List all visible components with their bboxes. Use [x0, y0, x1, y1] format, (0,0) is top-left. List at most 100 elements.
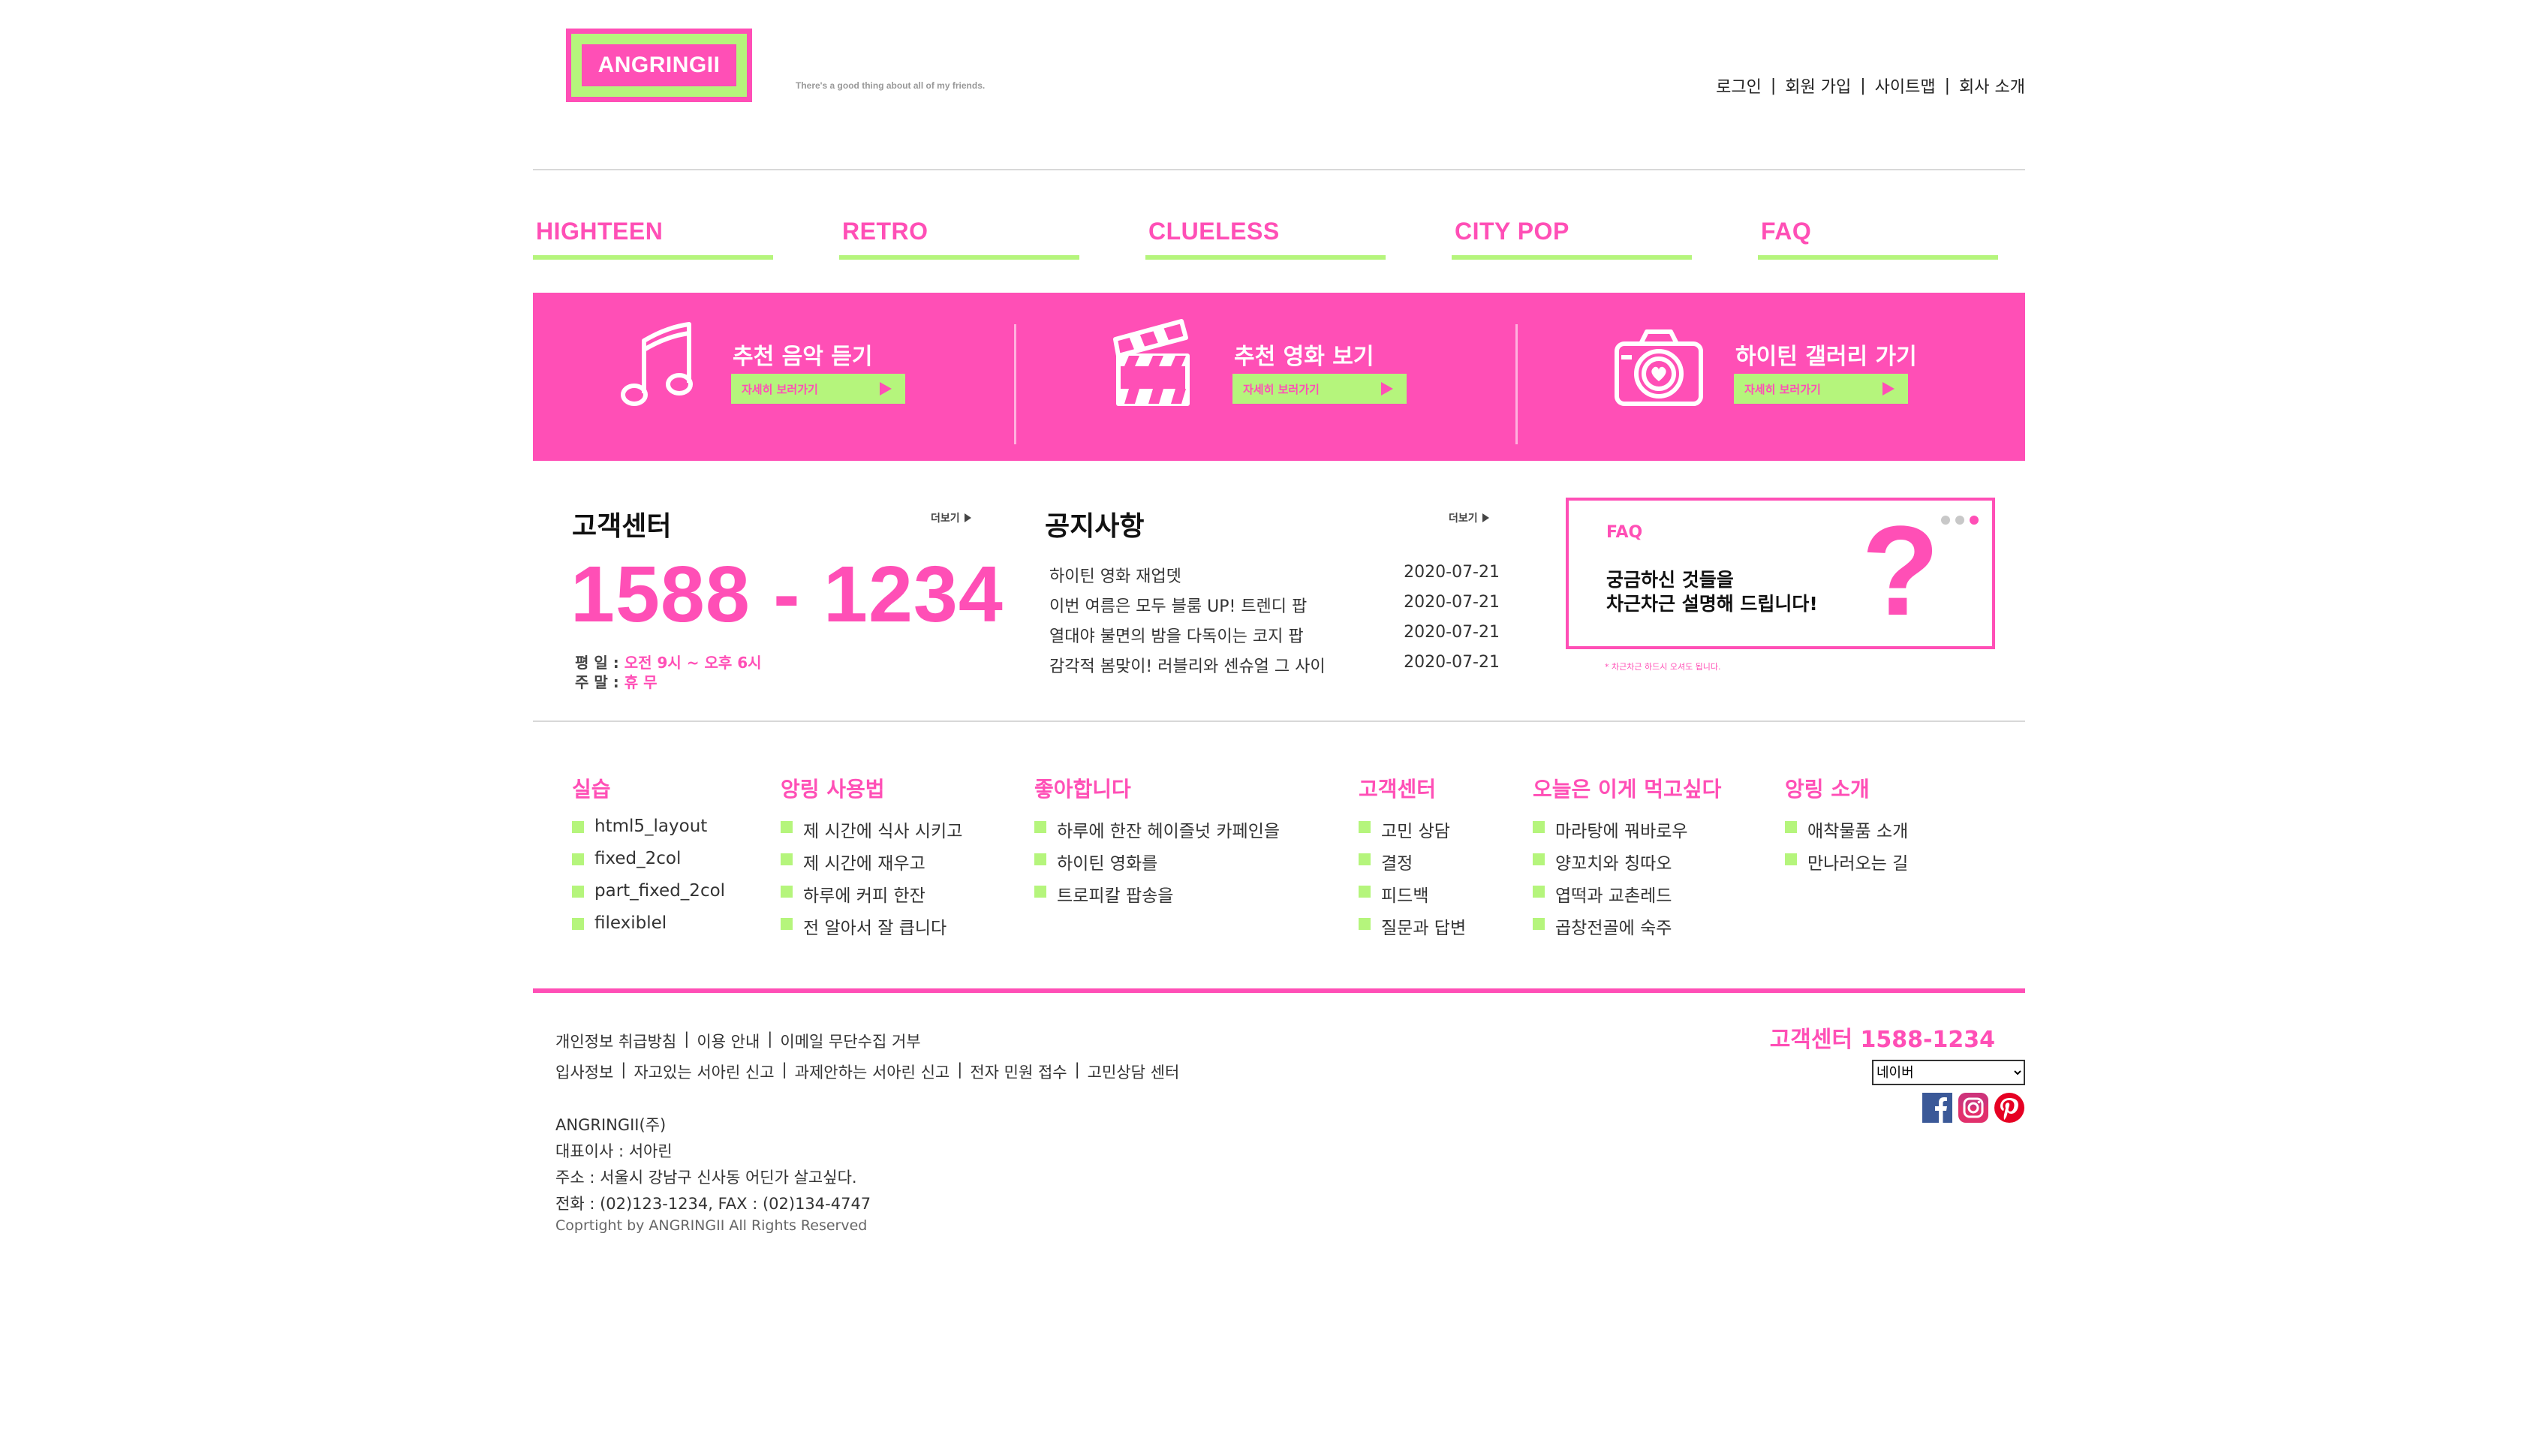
- weekday-label: 평 일 :: [575, 654, 619, 672]
- sitemap-link[interactable]: 하이틴 영화를: [1034, 849, 1280, 881]
- sitemap-heading[interactable]: 오늘은 이게 먹고싶다: [1533, 773, 1721, 803]
- nav-city-pop[interactable]: CITY POP: [1452, 218, 1692, 260]
- faq-note: * 차근차근 하드시 오셔도 됩니다.: [1605, 662, 1721, 672]
- login-link[interactable]: 로그인: [1716, 74, 1762, 98]
- footer-customer-center: 고객센터 1588-1234: [1769, 1027, 1995, 1053]
- question-mark-icon: ?: [1861, 500, 1940, 642]
- sitemap-link-label: part_fixed_2col: [594, 881, 726, 901]
- nav-retro[interactable]: RETRO: [839, 218, 1079, 260]
- sitemap-link[interactable]: fixed_2col: [572, 849, 725, 881]
- footer-link[interactable]: 입사정보: [555, 1060, 613, 1083]
- bullet-square-icon: [572, 918, 584, 930]
- sitemap-link[interactable]: filexiblel: [572, 913, 725, 946]
- sitemap-heading[interactable]: 좋아합니다: [1034, 773, 1280, 803]
- footer-link[interactable]: 자고있는 서아린 신고: [634, 1060, 774, 1083]
- site-logo[interactable]: ANGRINGII: [566, 29, 752, 102]
- notice-item[interactable]: 열대야 불면의 밤을 다독이는 코지 팝 2020-07-21: [1049, 623, 1500, 653]
- signup-link[interactable]: 회원 가입: [1785, 74, 1851, 98]
- faq-card[interactable]: FAQ 궁금하신 것들을 차근차근 설명해 드립니다! ?: [1566, 498, 1995, 649]
- separator: |: [684, 1030, 690, 1048]
- sitemap-link[interactable]: 양꼬치와 칭따오: [1533, 849, 1721, 881]
- sitemap-link[interactable]: 제 시간에 식사 시키고: [781, 817, 962, 849]
- banner-more-button[interactable]: 자세히 보러가기: [1232, 374, 1407, 404]
- sitemap-link[interactable]: 애착물품 소개: [1785, 817, 1908, 849]
- pinterest-icon[interactable]: [1994, 1092, 2025, 1124]
- nav-faq[interactable]: FAQ: [1758, 218, 1998, 260]
- footer-link[interactable]: 전자 민원 접수: [970, 1060, 1067, 1083]
- bullet-square-icon: [572, 886, 584, 898]
- banner-more-button[interactable]: 자세히 보러가기: [1734, 374, 1908, 404]
- sitemap-link-label: 트로피칼 팝송을: [1057, 886, 1174, 906]
- sitemap-link[interactable]: 엽떡과 교촌레드: [1533, 881, 1721, 913]
- faq-label: FAQ: [1606, 523, 1643, 542]
- nav-highteen[interactable]: HIGHTEEN: [533, 218, 773, 260]
- footer-link[interactable]: 이용 안내: [697, 1030, 760, 1052]
- notice-item[interactable]: 하이틴 영화 재업뎃 2020-07-21: [1049, 563, 1500, 593]
- banner-music: 추천 음악 듣기 자세히 보러가기: [533, 293, 1030, 461]
- sitemap-heading[interactable]: 실습: [572, 773, 725, 803]
- weekday-hours: 오전 9시 ~ 오후 6시: [624, 654, 762, 672]
- banner-more-button[interactable]: 자세히 보러가기: [731, 374, 905, 404]
- banner-divider: [1014, 324, 1016, 444]
- notice-date: 2020-07-21: [1404, 593, 1500, 612]
- sitemap-link[interactable]: 결정: [1359, 849, 1466, 881]
- notice-item[interactable]: 이번 여름은 모두 블룸 UP! 트렌디 팝 2020-07-21: [1049, 593, 1500, 623]
- carousel-dot-active[interactable]: [1970, 516, 1979, 525]
- sitemap-link-label: 곱창전골에 숙주: [1555, 919, 1672, 938]
- weekend-hours: 휴 무: [624, 673, 658, 691]
- carousel-dot[interactable]: [1941, 516, 1950, 525]
- sitemap-link-label: 마라탕에 꿔바로우: [1555, 822, 1688, 841]
- instagram-icon[interactable]: [1958, 1092, 1989, 1124]
- weekend-row: 주 말 : 휴 무: [575, 672, 762, 692]
- sitemap-column-food: 오늘은 이게 먹고싶다 마라탕에 꿔바로우 양꼬치와 칭따오 엽떡과 교촌레드 …: [1533, 773, 1721, 946]
- company-intro-link[interactable]: 회사 소개: [1959, 74, 2025, 98]
- sitemap-link[interactable]: 곱창전골에 숙주: [1533, 913, 1721, 946]
- sitemap-link[interactable]: 하루에 한잔 헤이즐넛 카페인을: [1034, 817, 1280, 849]
- footer-link[interactable]: 과제안하는 서아린 신고: [795, 1060, 950, 1083]
- bullet-square-icon: [1359, 886, 1371, 898]
- sitemap-link-label: 하루에 커피 한잔: [803, 886, 925, 906]
- carousel-dot[interactable]: [1955, 516, 1964, 525]
- button-label: 자세히 보러가기: [742, 382, 818, 396]
- sitemap-link[interactable]: 마라탕에 꿔바로우: [1533, 817, 1721, 849]
- nav-clueless[interactable]: CLUELESS: [1145, 218, 1386, 260]
- facebook-icon[interactable]: [1922, 1092, 1953, 1124]
- footer-link[interactable]: 고민상담 센터: [1088, 1060, 1180, 1083]
- faq-text: 궁금하신 것들을 차근차근 설명해 드립니다!: [1606, 568, 1818, 616]
- family-site-select[interactable]: 네이버: [1872, 1060, 2025, 1085]
- company-contact: 전화 : (02)123-1234, FAX : (02)134-4747: [555, 1195, 871, 1213]
- sitemap-link[interactable]: 사이트맵: [1875, 74, 1936, 98]
- notice-text: 이번 여름은 모두 블룸 UP! 트렌디 팝: [1049, 597, 1308, 616]
- bullet-square-icon: [1359, 853, 1371, 865]
- footer-link[interactable]: 개인정보 취급방침: [555, 1030, 676, 1052]
- sitemap-column-usage: 앙링 사용법 제 시간에 식사 시키고 제 시간에 재우고 하루에 커피 한잔 …: [781, 773, 962, 946]
- logo-inner: ANGRINGII: [582, 44, 736, 86]
- logo-text: ANGRINGII: [597, 53, 721, 77]
- sitemap-link[interactable]: 트로피칼 팝송을: [1034, 881, 1280, 913]
- sitemap-link-label: 제 시간에 재우고: [803, 854, 925, 874]
- sitemap-heading[interactable]: 앙링 사용법: [781, 773, 962, 803]
- notice-more-link[interactable]: 더보기: [1449, 510, 1489, 525]
- separator: |: [957, 1060, 963, 1078]
- sitemap-link[interactable]: 질문과 답변: [1359, 913, 1466, 946]
- separator: |: [1770, 76, 1777, 95]
- notice-text: 감각적 봄맞이! 러블리와 센슈얼 그 사이: [1049, 657, 1326, 676]
- sitemap-column-about: 앙링 소개 애착물품 소개 만나러오는 길: [1785, 773, 1908, 881]
- sitemap-heading[interactable]: 앙링 소개: [1785, 773, 1908, 803]
- bullet-square-icon: [1034, 886, 1046, 898]
- sitemap-link[interactable]: 고민 상담: [1359, 817, 1466, 849]
- sitemap-link[interactable]: 만나러오는 길: [1785, 849, 1908, 881]
- sitemap-link[interactable]: part_fixed_2col: [572, 881, 725, 913]
- button-label: 자세히 보러가기: [1243, 382, 1320, 396]
- notice-item[interactable]: 감각적 봄맞이! 러블리와 센슈얼 그 사이 2020-07-21: [1049, 653, 1500, 683]
- customer-center-more-link[interactable]: 더보기: [931, 510, 971, 525]
- footer-links-row-2: 입사정보 | 자고있는 서아린 신고 | 과제안하는 서아린 신고 | 전자 민…: [555, 1060, 1179, 1083]
- sitemap-link[interactable]: 하루에 커피 한잔: [781, 881, 962, 913]
- footer-link[interactable]: 이메일 무단수집 거부: [780, 1030, 920, 1052]
- sitemap-link[interactable]: 피드백: [1359, 881, 1466, 913]
- sitemap-heading[interactable]: 고객센터: [1359, 773, 1466, 803]
- sitemap-link[interactable]: html5_layout: [572, 817, 725, 849]
- sitemap-link[interactable]: 제 시간에 재우고: [781, 849, 962, 881]
- notice-date: 2020-07-21: [1404, 653, 1500, 672]
- sitemap-link[interactable]: 전 알아서 잘 큽니다: [781, 913, 962, 946]
